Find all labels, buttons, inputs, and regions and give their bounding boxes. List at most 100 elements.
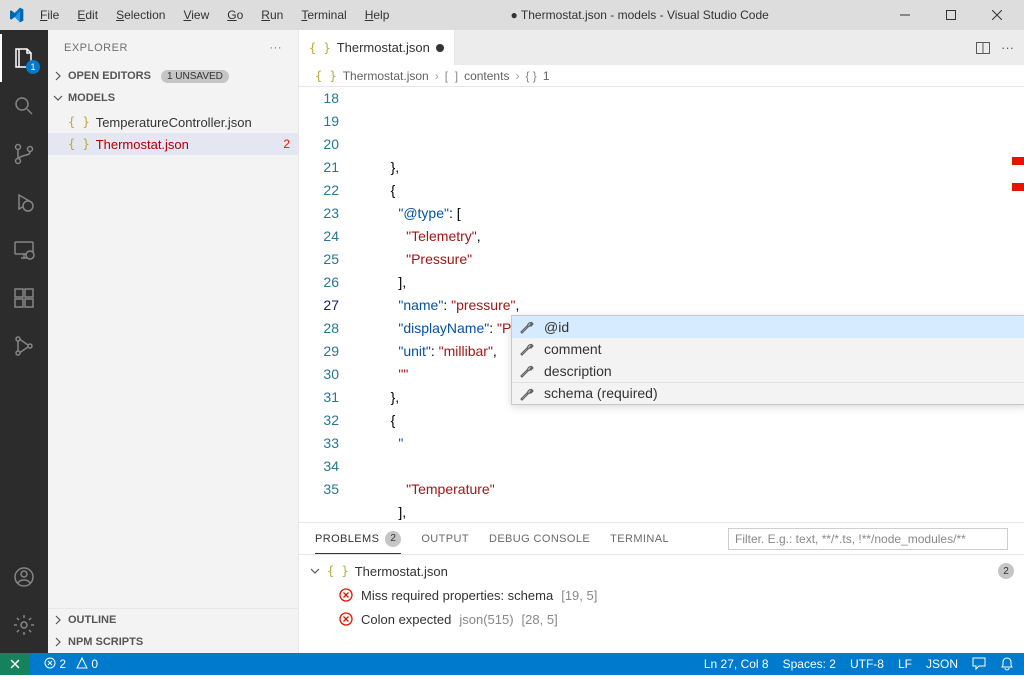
problems-count-badge: 2: [385, 531, 401, 547]
menu-edit[interactable]: Edit: [69, 4, 106, 26]
suggest-item[interactable]: @id: [512, 316, 1024, 338]
activity-explorer[interactable]: 1: [0, 34, 48, 82]
file-tree-item[interactable]: { } Thermostat.json 2: [48, 133, 298, 155]
file-error-count: 2: [283, 137, 290, 151]
json-file-icon: { }: [327, 564, 349, 578]
json-file-icon: { }: [315, 69, 337, 83]
minimap-overview[interactable]: [1012, 87, 1024, 522]
panel-tab-output[interactable]: OUTPUT: [421, 533, 469, 545]
panel-tab-debug-console[interactable]: DEBUG CONSOLE: [489, 533, 590, 545]
window-title: ● Thermostat.json - models - Visual Stud…: [397, 8, 882, 22]
problem-file-row[interactable]: { } Thermostat.json 2: [309, 559, 1014, 583]
suggest-item[interactable]: schema (required): [512, 382, 1024, 404]
status-eol[interactable]: LF: [898, 657, 912, 671]
menu-view[interactable]: View: [175, 4, 217, 26]
property-icon: [518, 363, 534, 379]
error-icon: [339, 612, 353, 626]
breadcrumbs[interactable]: { } Thermostat.json › [ ] contents › { }…: [299, 65, 1024, 87]
suggest-item[interactable]: comment: [512, 338, 1024, 360]
menu-terminal[interactable]: Terminal: [293, 4, 354, 26]
warning-icon: [76, 657, 88, 669]
account-icon: [12, 565, 36, 589]
unsaved-badge: 1 UNSAVED: [161, 70, 229, 83]
problems-filter-input[interactable]: Filter. E.g.: text, **/*.ts, !**/node_mo…: [728, 528, 1008, 550]
tab-label: Thermostat.json: [337, 40, 430, 55]
window-close-button[interactable]: [974, 0, 1020, 30]
extensions-icon: [12, 286, 36, 310]
activity-debug[interactable]: [0, 178, 48, 226]
window-minimize-button[interactable]: [882, 0, 928, 30]
panel-tab-terminal[interactable]: TERMINAL: [610, 533, 669, 545]
menu-bar: File Edit Selection View Go Run Terminal…: [32, 4, 397, 26]
explorer-sidebar: EXPLORER ··· OPEN EDITORS 1 UNSAVED MODE…: [48, 30, 299, 653]
explorer-badge: 1: [26, 60, 40, 74]
json-file-icon: { }: [309, 41, 331, 55]
azure-icon: [12, 334, 36, 358]
status-problems[interactable]: 2 0: [44, 657, 98, 671]
status-cursor[interactable]: Ln 27, Col 8: [704, 657, 769, 671]
chevron-down-icon: [52, 92, 64, 104]
remote-icon: [8, 657, 22, 671]
panel-tab-problems[interactable]: PROBLEMS 2: [315, 531, 401, 547]
editor-tabs: { } Thermostat.json ···: [299, 30, 1024, 65]
activity-source-control[interactable]: [0, 130, 48, 178]
explorer-more-icon[interactable]: ···: [270, 42, 283, 54]
split-editor-icon[interactable]: [975, 40, 991, 56]
json-file-icon: { }: [68, 137, 90, 151]
chevron-right-icon: [52, 636, 64, 648]
json-file-icon: { }: [68, 115, 90, 129]
folder-section[interactable]: MODELS: [48, 87, 298, 109]
problem-row[interactable]: Miss required properties: schema [19, 5]: [309, 583, 1014, 607]
gear-icon: [12, 613, 36, 637]
status-bar: 2 0 Ln 27, Col 8 Spaces: 2 UTF-8 LF JSON: [0, 653, 1024, 675]
npm-section[interactable]: NPM SCRIPTS: [48, 631, 298, 653]
branch-icon: [12, 142, 36, 166]
tab-thermostat-json[interactable]: { } Thermostat.json: [299, 30, 455, 65]
outline-section[interactable]: OUTLINE: [48, 609, 298, 631]
menu-help[interactable]: Help: [357, 4, 398, 26]
property-icon: [518, 319, 534, 335]
property-icon: [518, 386, 534, 402]
remote-explorer-icon: [12, 238, 36, 262]
error-marker: [1012, 183, 1024, 191]
menu-file[interactable]: File: [32, 4, 67, 26]
editor-group: { } Thermostat.json ··· { } Thermostat.j…: [299, 30, 1024, 653]
status-encoding[interactable]: UTF-8: [850, 657, 884, 671]
activity-search[interactable]: [0, 82, 48, 130]
file-label: Thermostat.json: [96, 137, 278, 152]
menu-run[interactable]: Run: [253, 4, 291, 26]
activity-account[interactable]: [0, 553, 48, 601]
feedback-icon[interactable]: [972, 657, 986, 671]
status-spaces[interactable]: Spaces: 2: [783, 657, 836, 671]
error-icon: [44, 657, 56, 669]
chevron-down-icon: [309, 565, 321, 577]
window-maximize-button[interactable]: [928, 0, 974, 30]
error-marker: [1012, 157, 1024, 165]
menu-go[interactable]: Go: [219, 4, 251, 26]
suggest-widget[interactable]: @idcommentdescriptionschema (required): [511, 315, 1024, 405]
file-label: TemperatureController.json: [96, 115, 298, 130]
tab-dirty-indicator[interactable]: [436, 44, 444, 52]
menu-selection[interactable]: Selection: [108, 4, 173, 26]
property-icon: [518, 341, 534, 357]
status-language[interactable]: JSON: [926, 657, 958, 671]
status-remote[interactable]: [0, 653, 30, 675]
vscode-logo-icon: [8, 7, 24, 23]
bell-icon[interactable]: [1000, 657, 1014, 671]
activity-settings[interactable]: [0, 601, 48, 649]
file-tree-item[interactable]: { } TemperatureController.json: [48, 111, 298, 133]
activity-azure[interactable]: [0, 322, 48, 370]
debug-icon: [12, 190, 36, 214]
suggest-item[interactable]: description: [512, 360, 1024, 382]
code-editor[interactable]: 181920212223242526272829303132333435 }, …: [299, 87, 1024, 522]
chevron-right-icon: [52, 70, 64, 82]
problem-row[interactable]: Colon expected json(515) [28, 5]: [309, 607, 1014, 631]
titlebar: File Edit Selection View Go Run Terminal…: [0, 0, 1024, 30]
open-editors-section[interactable]: OPEN EDITORS 1 UNSAVED: [48, 65, 298, 87]
bottom-panel: PROBLEMS 2 OUTPUT DEBUG CONSOLE TERMINAL…: [299, 522, 1024, 653]
activity-remote-explorer[interactable]: [0, 226, 48, 274]
activity-extensions[interactable]: [0, 274, 48, 322]
error-icon: [339, 588, 353, 602]
editor-more-icon[interactable]: ···: [1001, 40, 1014, 55]
chevron-right-icon: [52, 614, 64, 626]
